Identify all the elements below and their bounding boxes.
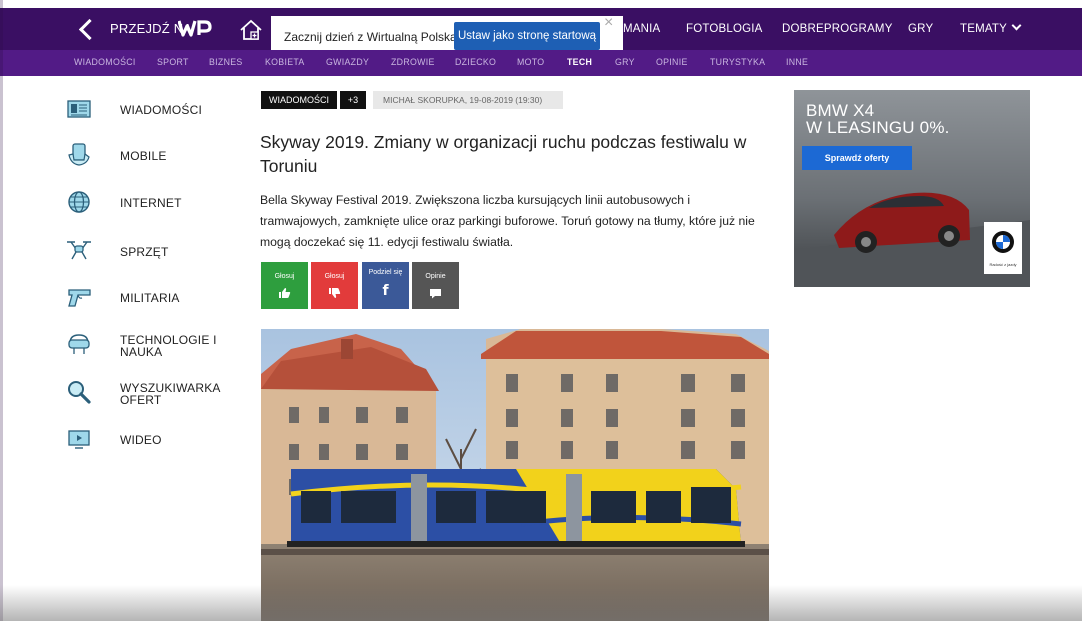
sidebar-item-label: INTERNET	[120, 196, 182, 210]
comments-label: Opinie	[425, 273, 446, 280]
vr-headset-icon	[68, 334, 90, 354]
newspaper-icon	[67, 100, 91, 118]
sidebar-item-label: MILITARIA	[120, 291, 180, 305]
topnav-tematy[interactable]: TEMATY	[960, 20, 1022, 35]
bmw-logo-badge: Radość z jazdy	[984, 222, 1022, 274]
wp-logo-icon	[177, 20, 212, 37]
comment-icon	[430, 289, 441, 299]
share-label: Podziel się	[368, 269, 403, 276]
vote-down-label: Głosuj	[324, 273, 345, 280]
vote-up-label: Głosuj	[274, 273, 295, 280]
topnav-tematy-label: TEMATY	[960, 23, 1007, 35]
article-lead: Bella Skyway Festival 2019. Zwiększona l…	[260, 193, 755, 249]
sidebar-item-militaria[interactable]: MILITARIA	[60, 281, 240, 315]
subnav-item[interactable]: BIZNES	[209, 57, 243, 67]
category-navigation: WIADOMOŚCI SPORT BIZNES KOBIETA GWIAZDY …	[0, 50, 1082, 76]
topnav-mania[interactable]: MANIA	[623, 23, 660, 35]
sidebar-item-label: WIADOMOŚCI	[120, 103, 202, 117]
topnav-dobreprogramy[interactable]: DOBREPROGRAMY	[782, 23, 893, 35]
wp-logo[interactable]	[177, 18, 214, 38]
share-facebook-button[interactable]: Podziel się f	[362, 262, 409, 309]
subnav-item[interactable]: DZIECKO	[455, 57, 496, 67]
category-tag[interactable]: WIADOMOŚCI	[261, 91, 337, 109]
article-byline: MICHAŁ SKORUPKA, 19-08-2019 (19:30)	[373, 91, 563, 109]
globe-icon	[68, 191, 90, 213]
bmw-logo-icon	[992, 231, 1014, 253]
subnav-item[interactable]: ZDROWIE	[391, 57, 435, 67]
article-photo	[261, 329, 769, 621]
sidebar-item-label-line2: OFERT	[120, 393, 162, 407]
topnav-fotoblogia[interactable]: FOTOBLOGIA	[686, 23, 763, 35]
ad-headline-line1: BMW X4	[806, 101, 875, 120]
pistol-icon	[68, 289, 91, 307]
sidebar-item-mobile[interactable]: MOBILE	[60, 139, 240, 173]
sidebar-item-sprzet[interactable]: SPRZĘT	[60, 233, 240, 267]
ad-slogan: Radość z jazdy	[989, 262, 1017, 267]
more-tags-badge[interactable]: +3	[340, 91, 366, 109]
ad-headline: BMW X4 W LEASINGU 0%.	[806, 102, 950, 136]
sidebar-item-wideo[interactable]: WIDEO	[60, 423, 240, 457]
tram-photo	[261, 329, 769, 621]
subnav-item[interactable]: MOTO	[517, 57, 544, 67]
article-title: Skyway 2019. Zmiany w organizacji ruchu …	[260, 132, 747, 176]
sidebar-item-label: MOBILE	[120, 149, 167, 163]
close-icon[interactable]: ×	[604, 14, 613, 32]
subnav-item[interactable]: KOBIETA	[265, 57, 305, 67]
monitor-play-icon	[68, 430, 90, 449]
vote-down-button[interactable]: Głosuj	[311, 262, 358, 309]
subnav-item[interactable]: INNE	[786, 57, 808, 67]
thumbs-up-icon	[279, 288, 291, 298]
sidebar-item-technologie-i-nauka[interactable]: TECHNOLOGIE I NAUKA	[60, 328, 240, 362]
subnav-item[interactable]: TURYSTYKA	[710, 57, 765, 67]
subnav-item-active[interactable]: TECH	[567, 57, 592, 67]
chevron-down-icon	[1011, 20, 1022, 31]
browser-viewport: PRZEJDŹ NA Zacznij dzień z Wirtualną Pol…	[0, 0, 1082, 621]
sidebar-item-wyszukiwarka-ofert[interactable]: WYSZUKIWARKA OFERT	[60, 376, 240, 410]
sidebar-item-wiadomosci[interactable]: WIADOMOŚCI	[60, 93, 240, 127]
set-start-page-button[interactable]: Ustaw jako stronę startową	[454, 22, 600, 50]
window-edge	[0, 0, 3, 621]
sidebar-item-label: SPRZĘT	[120, 245, 169, 259]
thumbs-down-icon	[329, 288, 341, 298]
facebook-icon: f	[382, 283, 389, 299]
promo-text: Zacznij dzień z Wirtualną Polską.	[284, 30, 461, 44]
top-navigation-bar: PRZEJDŹ NA Zacznij dzień z Wirtualną Pol…	[0, 8, 1082, 58]
subnav-item[interactable]: OPINIE	[656, 57, 688, 67]
back-arrow-icon[interactable]	[76, 16, 98, 42]
subnav-item[interactable]: SPORT	[157, 57, 189, 67]
drone-icon	[67, 241, 91, 260]
ad-cta-button[interactable]: Sprawdź oferty	[802, 146, 912, 170]
sidebar-item-label-line2: NAUKA	[120, 345, 163, 359]
sidebar-item-internet[interactable]: INTERNET	[60, 186, 240, 220]
magnifier-icon	[68, 381, 91, 404]
subnav-item[interactable]: WIADOMOŚCI	[74, 57, 136, 67]
home-icon[interactable]	[238, 18, 264, 42]
phone-in-hand-icon	[68, 143, 90, 166]
sidebar-item-label: WIDEO	[120, 433, 162, 447]
bmw-ad-banner[interactable]: BMW X4 W LEASINGU 0%. Sprawdź oferty Rad…	[794, 90, 1030, 287]
subnav-item[interactable]: GRY	[615, 57, 635, 67]
vote-up-button[interactable]: Głosuj	[261, 262, 308, 309]
subnav-item[interactable]: GWIAZDY	[326, 57, 369, 67]
comments-button[interactable]: Opinie	[412, 262, 459, 309]
ad-headline-line2: W LEASINGU 0%.	[806, 118, 950, 137]
topnav-gry[interactable]: GRY	[908, 23, 933, 35]
